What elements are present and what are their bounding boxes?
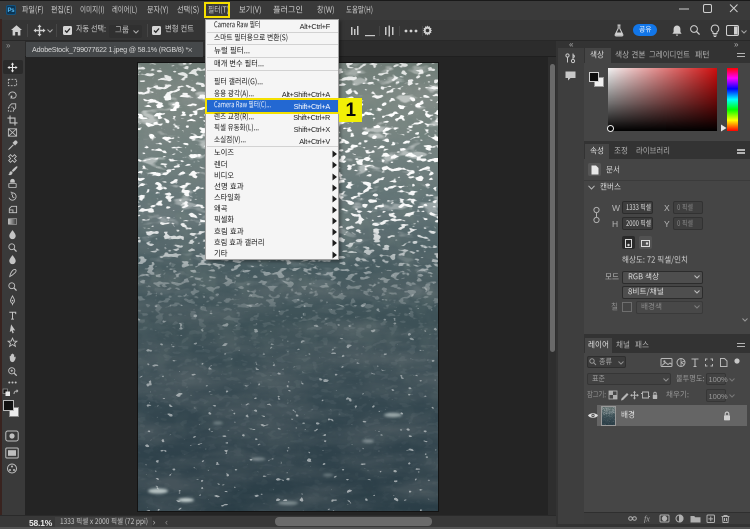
- svg-text:fx: fx: [644, 514, 650, 523]
